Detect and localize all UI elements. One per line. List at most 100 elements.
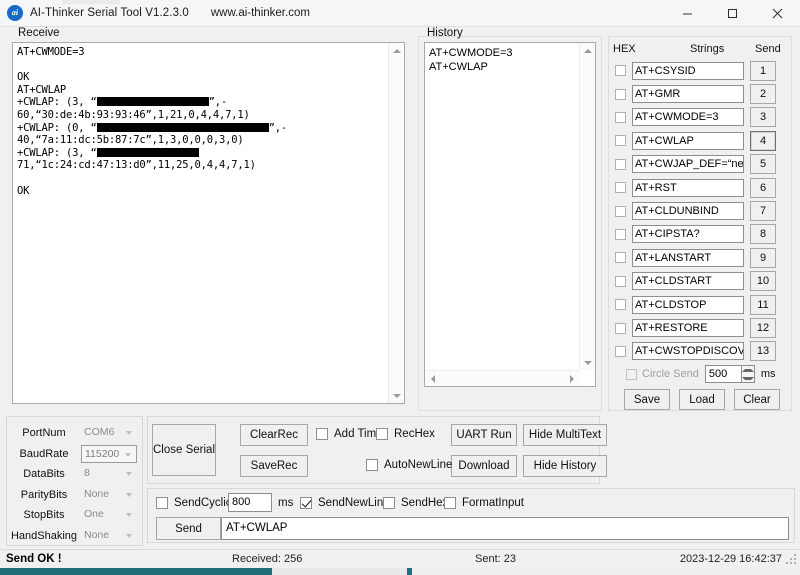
circle-send-interval-input[interactable]: 500 xyxy=(704,365,741,383)
scroll-right-icon[interactable] xyxy=(564,371,579,386)
setting-row: ParityBits None xyxy=(7,485,144,505)
setting-label-stopbits: StopBits xyxy=(23,509,65,521)
multitext-send-button-11[interactable]: 11 xyxy=(750,294,776,315)
hex-checkbox[interactable] xyxy=(615,182,626,194)
send-button[interactable]: Send xyxy=(156,517,221,540)
setting-dropdown-stopbits[interactable]: One xyxy=(81,506,137,524)
send-cyclic-interval-input[interactable]: 800 xyxy=(228,493,272,512)
history-horizontal-scrollbar[interactable] xyxy=(425,370,579,386)
multitext-send-button-3[interactable]: 3 xyxy=(750,107,776,128)
send-hex-checkbox[interactable]: SendHex xyxy=(383,497,448,509)
hex-checkbox[interactable] xyxy=(615,65,626,77)
redacted-ssid xyxy=(96,97,209,107)
hex-checkbox[interactable] xyxy=(615,275,626,287)
multitext-send-button-8[interactable]: 8 xyxy=(750,224,776,245)
multitext-send-button-12[interactable]: 12 xyxy=(750,318,776,339)
action-panel: Close Serial ClearRec SaveRec UART Run D… xyxy=(147,416,607,484)
minimize-icon[interactable] xyxy=(665,0,710,27)
load-button[interactable]: Load xyxy=(679,389,725,410)
grip-dot xyxy=(794,558,796,560)
hex-checkbox[interactable] xyxy=(615,111,626,123)
multitext-command-input[interactable]: AT+CWJAP_DEF=“newifi_ xyxy=(632,155,744,174)
hex-checkbox[interactable] xyxy=(615,205,626,217)
hex-checkbox[interactable] xyxy=(615,135,626,147)
stepper-down-icon[interactable] xyxy=(741,374,754,382)
scroll-up-icon[interactable] xyxy=(580,43,595,58)
multitext-col-hex: HEX xyxy=(613,43,636,55)
multitext-command-input[interactable]: AT+RST xyxy=(632,178,744,197)
scroll-up-icon[interactable] xyxy=(389,43,404,58)
send-newline-checkbox[interactable]: SendNewLin xyxy=(300,497,383,509)
history-item[interactable]: AT+CWLAP xyxy=(429,60,513,74)
circle-send-checkbox[interactable] xyxy=(626,368,637,380)
clear-rec-button[interactable]: ClearRec xyxy=(240,424,308,446)
setting-dropdown-handshaking[interactable]: None xyxy=(81,527,137,545)
resize-grip[interactable] xyxy=(786,554,798,566)
multitext-send-button-2[interactable]: 2 xyxy=(750,84,776,105)
multitext-send-button-6[interactable]: 6 xyxy=(750,177,776,198)
hex-checkbox[interactable] xyxy=(615,345,626,357)
close-icon[interactable] xyxy=(755,0,800,27)
hex-checkbox[interactable] xyxy=(615,88,626,100)
history-list[interactable]: AT+CWMODE=3 AT+CWLAP xyxy=(424,42,596,387)
receive-text-area[interactable]: AT+CWMODE=3 OK AT+CWLAP +CWLAP: (3, “”,- 60… xyxy=(12,42,405,404)
setting-dropdown-paritybits[interactable]: None xyxy=(81,486,137,504)
multitext-send-button-7[interactable]: 7 xyxy=(750,201,776,222)
multitext-command-input[interactable]: AT+CWLAP xyxy=(632,131,744,150)
rec-hex-checkbox[interactable]: RecHex xyxy=(376,428,435,440)
hex-checkbox[interactable] xyxy=(615,322,626,334)
hide-history-button[interactable]: Hide History xyxy=(523,455,607,477)
multitext-command-input[interactable]: AT+CSYSID xyxy=(632,61,744,80)
multitext-command-input[interactable]: AT+GMR xyxy=(632,85,744,104)
clear-button[interactable]: Clear xyxy=(734,389,780,410)
hide-multitext-button[interactable]: Hide MultiText xyxy=(523,424,607,446)
setting-dropdown-databits[interactable]: 8 xyxy=(81,465,137,483)
circle-send-label: Circle Send xyxy=(642,368,699,380)
multitext-command-input[interactable]: AT+RESTORE xyxy=(632,319,744,338)
multitext-command-input[interactable]: AT+CWSTOPDISCOVER xyxy=(632,342,744,361)
close-serial-button[interactable]: Close Serial xyxy=(152,424,216,476)
multitext-command-input[interactable]: AT+LANSTART xyxy=(632,248,744,267)
save-rec-button[interactable]: SaveRec xyxy=(240,455,308,477)
multitext-send-button-13[interactable]: 13 xyxy=(750,341,776,362)
scroll-down-icon[interactable] xyxy=(580,355,595,370)
chevron-down-icon xyxy=(126,534,133,538)
history-item[interactable]: AT+CWMODE=3 xyxy=(429,46,513,60)
multitext-send-button-9[interactable]: 9 xyxy=(750,247,776,268)
uart-run-button[interactable]: UART Run xyxy=(451,424,517,446)
multitext-command-input[interactable]: AT+CWMODE=3 xyxy=(632,108,744,127)
hex-checkbox[interactable] xyxy=(615,158,626,170)
multitext-send-button-10[interactable]: 10 xyxy=(750,271,776,292)
format-input-checkbox[interactable]: FormatInput xyxy=(444,497,524,509)
auto-newline-checkbox[interactable]: AutoNewLine xyxy=(366,459,452,471)
send-input[interactable]: AT+CWLAP xyxy=(221,517,789,540)
circle-send-stepper[interactable] xyxy=(740,365,755,383)
setting-dropdown-baudrate[interactable]: 115200 xyxy=(81,444,137,463)
hex-checkbox[interactable] xyxy=(615,228,626,240)
title-tab-nub xyxy=(62,0,120,4)
multitext-send-button-4[interactable]: 4 xyxy=(750,130,776,151)
multitext-send-button-1[interactable]: 1 xyxy=(750,60,776,81)
download-button[interactable]: Download xyxy=(451,455,517,477)
receive-vertical-scrollbar[interactable] xyxy=(388,43,404,403)
stepper-up-icon[interactable] xyxy=(741,366,754,374)
status-message: Send OK ! xyxy=(6,553,62,565)
multitext-command-input[interactable]: AT+CLDSTART xyxy=(632,272,744,291)
maximize-icon[interactable] xyxy=(710,0,755,27)
multitext-send-button-5[interactable]: 5 xyxy=(750,154,776,175)
multitext-command-input[interactable]: AT+CIPSTA? xyxy=(632,225,744,244)
setting-label-handshaking: HandShaking xyxy=(10,529,78,542)
add-time-checkbox[interactable]: Add Time xyxy=(316,428,383,440)
scroll-down-icon[interactable] xyxy=(389,388,404,403)
status-received-count: Received: 256 xyxy=(232,553,303,565)
hex-checkbox[interactable] xyxy=(615,252,626,264)
chevron-down-icon xyxy=(126,493,133,497)
multitext-command-input[interactable]: AT+CLDUNBIND xyxy=(632,202,744,221)
scroll-left-icon[interactable] xyxy=(425,371,440,386)
send-cyclic-checkbox[interactable]: SendCyclic xyxy=(156,497,232,509)
history-vertical-scrollbar[interactable] xyxy=(579,43,595,370)
hex-checkbox[interactable] xyxy=(615,299,626,311)
save-button[interactable]: Save xyxy=(624,389,670,410)
multitext-command-input[interactable]: AT+CLDSTOP xyxy=(632,295,744,314)
setting-dropdown-portnum[interactable]: COM6 xyxy=(81,424,137,442)
